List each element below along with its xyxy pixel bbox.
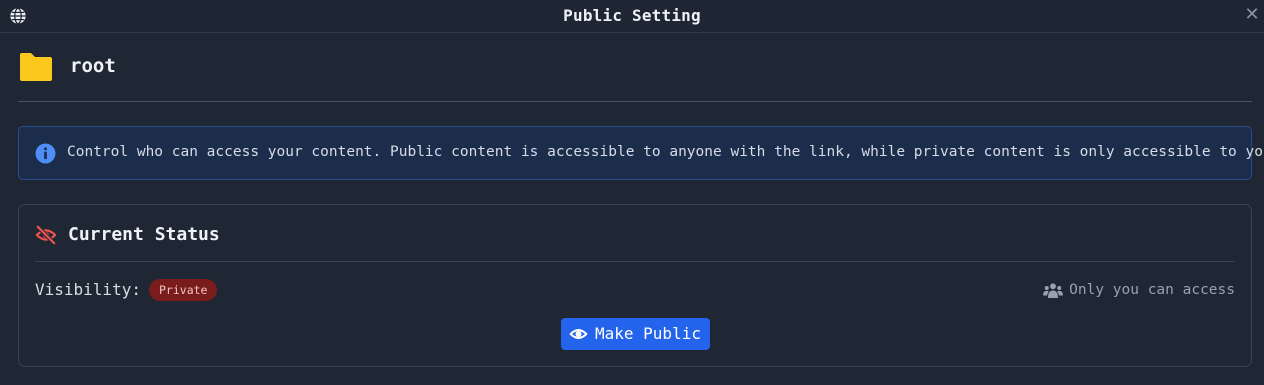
dialog-titlebar: Public Setting ✕ [0,0,1264,33]
close-icon[interactable]: ✕ [1242,4,1262,26]
info-icon [35,143,56,164]
status-card: Current Status Visibility: Private Only … [18,204,1252,367]
users-icon [1043,283,1064,298]
visibility-label: Visibility: [35,280,141,299]
eye-slash-icon [35,225,57,245]
make-public-label: Make Public [595,324,701,343]
divider [18,101,1252,102]
eye-icon [569,329,588,339]
info-banner: Control who can access your content. Pub… [18,126,1264,180]
info-text: Control who can access your content. Pub… [67,144,1264,160]
access-text: Only you can access [1069,282,1235,298]
folder-icon [20,53,52,81]
status-title: Current Status [68,224,220,245]
access-info: Only you can access [1043,281,1235,301]
visibility-badge: Private [149,279,218,301]
divider [35,261,1235,262]
folder-name: root [70,55,116,77]
dialog-title: Public Setting [563,6,701,25]
make-public-button[interactable]: Make Public [561,318,710,350]
